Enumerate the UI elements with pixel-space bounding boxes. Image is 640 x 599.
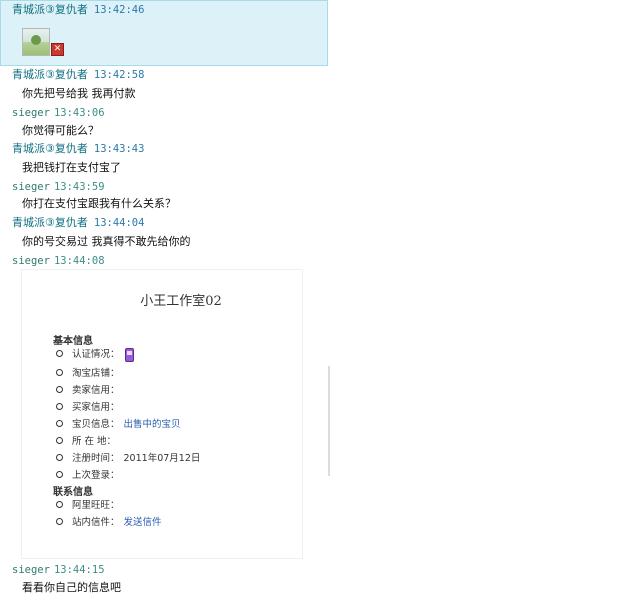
sender-name[interactable]: sieger [12,107,50,119]
bullet-icon [56,471,63,478]
sender-name[interactable]: 青城派③复仇者 [12,68,88,81]
message-time: 13:42:46 [93,4,145,16]
message-text: 你打在支付宝跟我有什么关系？ [22,197,176,210]
field-site-mail: 站内信件： 发送信件 [56,514,162,528]
items-on-sale-link[interactable]: 出售中的宝贝 [124,419,181,430]
field-label: 所 在 地： [72,436,117,447]
message-header: 青城派③复仇者 13:42:46 [12,3,144,17]
bullet-icon [56,350,63,357]
message-text: 你的号交易过 我真得不敢先给你的 [22,235,191,248]
registration-date-value: 2011年07月12日 [123,453,201,464]
message-text: 你先把号给我 我再付款 [22,87,136,100]
field-label: 站内信件： [72,517,120,528]
message-text: 看看你自己的信息吧 [22,581,121,594]
sender-name[interactable]: 青城派③复仇者 [12,3,88,16]
bullet-icon [56,386,63,393]
field-label: 上次登录： [72,470,120,481]
bullet-icon [56,437,63,444]
field-label: 宝贝信息： [72,419,120,430]
field-label: 买家信用： [72,402,120,413]
shop-title: 小王工作室02 [140,294,222,309]
message-time: 13:44:04 [93,217,145,229]
sender-name[interactable]: 青城派③复仇者 [12,216,88,229]
message-time: 13:43:59 [53,181,105,193]
message-header: sieger 13:43:59 [12,180,105,194]
message-text: 我把钱打在支付宝了 [22,161,121,174]
field-location: 所 在 地： [56,433,116,447]
bullet-icon [56,454,63,461]
field-item-info: 宝贝信息： 出售中的宝贝 [56,416,181,430]
field-taobao-shop: 淘宝店铺： [56,365,120,379]
message-header: 青城派③复仇者 13:44:04 [12,216,144,230]
send-mail-link[interactable]: 发送信件 [124,517,162,528]
message-text: 你觉得可能么？ [22,124,99,137]
bullet-icon [56,420,63,427]
message-time: 13:44:08 [53,255,105,267]
message-time: 13:43:06 [53,107,105,119]
sender-name[interactable]: sieger [12,564,50,576]
message-time: 13:44:15 [53,564,105,576]
message-time: 13:43:43 [93,143,145,155]
contact-info-heading: 联系信息 [53,487,93,498]
bullet-icon [56,403,63,410]
image-thumbnail [22,28,50,56]
field-buyer-credit: 买家信用： [56,399,120,413]
message-header: sieger 13:43:06 [12,106,105,120]
field-aliwangwang: 阿里旺旺： [56,497,120,511]
image-attachment[interactable]: ✕ [22,28,64,58]
message-time: 13:42:58 [93,69,145,81]
phone-verify-icon [124,347,134,362]
sender-name[interactable]: 青城派③复仇者 [12,142,88,155]
message-header: sieger 13:44:08 [12,254,105,268]
field-verification: 认证情况： [56,346,134,362]
message-header: 青城派③复仇者 13:42:58 [12,68,144,82]
field-seller-credit: 卖家信用： [56,382,120,396]
field-label: 认证情况： [72,349,120,360]
field-last-login: 上次登录： [56,467,120,481]
message-header: 青城派③复仇者 13:43:43 [12,142,144,156]
field-label: 注册时间： [72,453,120,464]
bullet-icon [56,369,63,376]
message-header: sieger 13:44:15 [12,563,105,577]
field-registration-date: 注册时间： 2011年07月12日 [56,450,200,464]
bullet-icon [56,501,63,508]
chat-history: 青城派③复仇者 13:42:46 ✕ 青城派③复仇者 13:42:58 你先把号给我… [0,0,328,599]
field-label: 卖家信用： [72,385,120,396]
basic-info-heading: 基本信息 [53,336,93,347]
bullet-icon [56,518,63,525]
profile-card-image[interactable]: 小王工作室02 基本信息 认证情况： 淘宝店铺： 卖家信用： 买家信用： 宝贝信… [22,270,302,558]
sender-name[interactable]: sieger [12,181,50,193]
field-label: 阿里旺旺： [72,500,120,511]
scrollbar[interactable] [328,366,330,476]
broken-image-icon: ✕ [51,43,64,56]
sender-name[interactable]: sieger [12,255,50,267]
field-label: 淘宝店铺： [72,368,120,379]
